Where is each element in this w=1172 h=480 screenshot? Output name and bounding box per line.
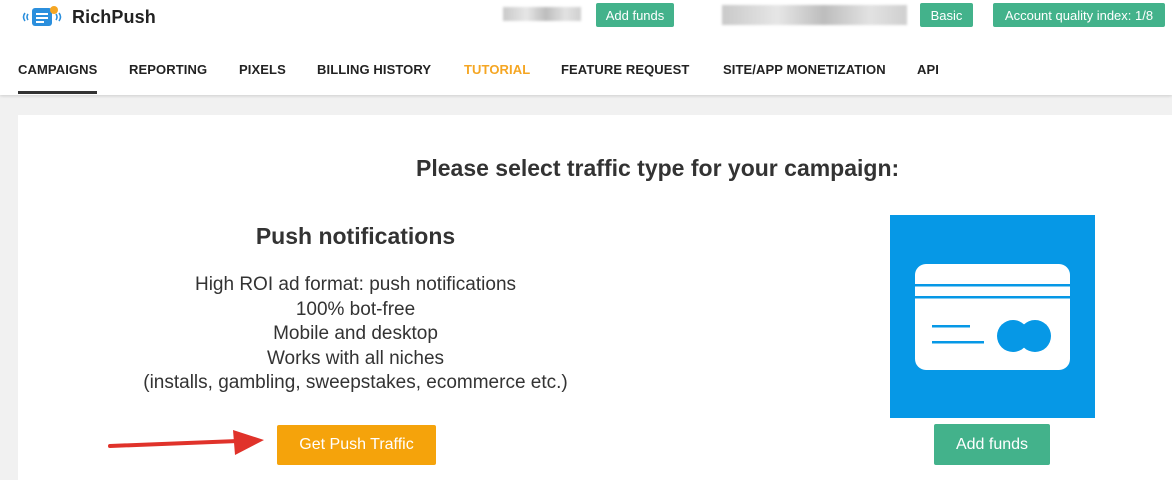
logo[interactable]: RichPush xyxy=(20,4,156,30)
feature-item: Mobile and desktop xyxy=(273,323,438,344)
plan-badge[interactable]: Basic xyxy=(920,3,973,27)
nav-campaigns[interactable]: CAMPAIGNS xyxy=(18,56,98,94)
push-notifications-title: Push notifications xyxy=(255,223,456,249)
account-quality-badge[interactable]: Account quality index: 1/8 xyxy=(993,3,1165,27)
traffic-type-panel: Please select traffic type for your camp… xyxy=(18,115,1172,480)
red-arrow-icon xyxy=(108,430,264,455)
feature-item: High ROI ad format: push notifications xyxy=(194,274,517,295)
add-funds-button[interactable]: Add funds xyxy=(934,424,1050,465)
nav-reporting[interactable]: REPORTING xyxy=(129,56,207,94)
redacted-account-email xyxy=(722,5,907,25)
credit-card-icon xyxy=(915,264,1070,370)
nav-site-app-monetization[interactable]: SITE/APP MONETIZATION xyxy=(723,56,886,94)
brand-name: RichPush xyxy=(72,6,156,27)
top-bar: RichPush Add funds Basic Account quality… xyxy=(0,0,1172,95)
feature-item: (installs, gambling, sweepstakes, ecomme… xyxy=(143,372,568,393)
page-title: Please select traffic type for your camp… xyxy=(416,155,900,181)
nav-pixels[interactable]: PIXELS xyxy=(239,56,286,94)
page: RichPush Add funds Basic Account quality… xyxy=(0,0,1172,480)
redacted-balance xyxy=(503,7,581,21)
main-nav: CAMPAIGNS REPORTING PIXELS BILLING HISTO… xyxy=(0,56,1172,94)
nav-tutorial[interactable]: TUTORIAL xyxy=(464,56,530,94)
push-features-list: High ROI ad format: push notifications 1… xyxy=(108,273,603,396)
billing-card-tile xyxy=(890,215,1095,418)
feature-item: 100% bot-free xyxy=(295,298,416,320)
nav-billing-history[interactable]: BILLING HISTORY xyxy=(317,56,431,94)
nav-feature-request[interactable]: FEATURE REQUEST xyxy=(561,56,689,94)
richpush-logo-icon xyxy=(22,6,62,26)
nav-api[interactable]: API xyxy=(917,56,939,94)
feature-item: Works with all niches xyxy=(266,347,445,369)
header-add-funds-button[interactable]: Add funds xyxy=(596,3,674,27)
get-push-traffic-button[interactable]: Get Push Traffic xyxy=(277,425,436,465)
